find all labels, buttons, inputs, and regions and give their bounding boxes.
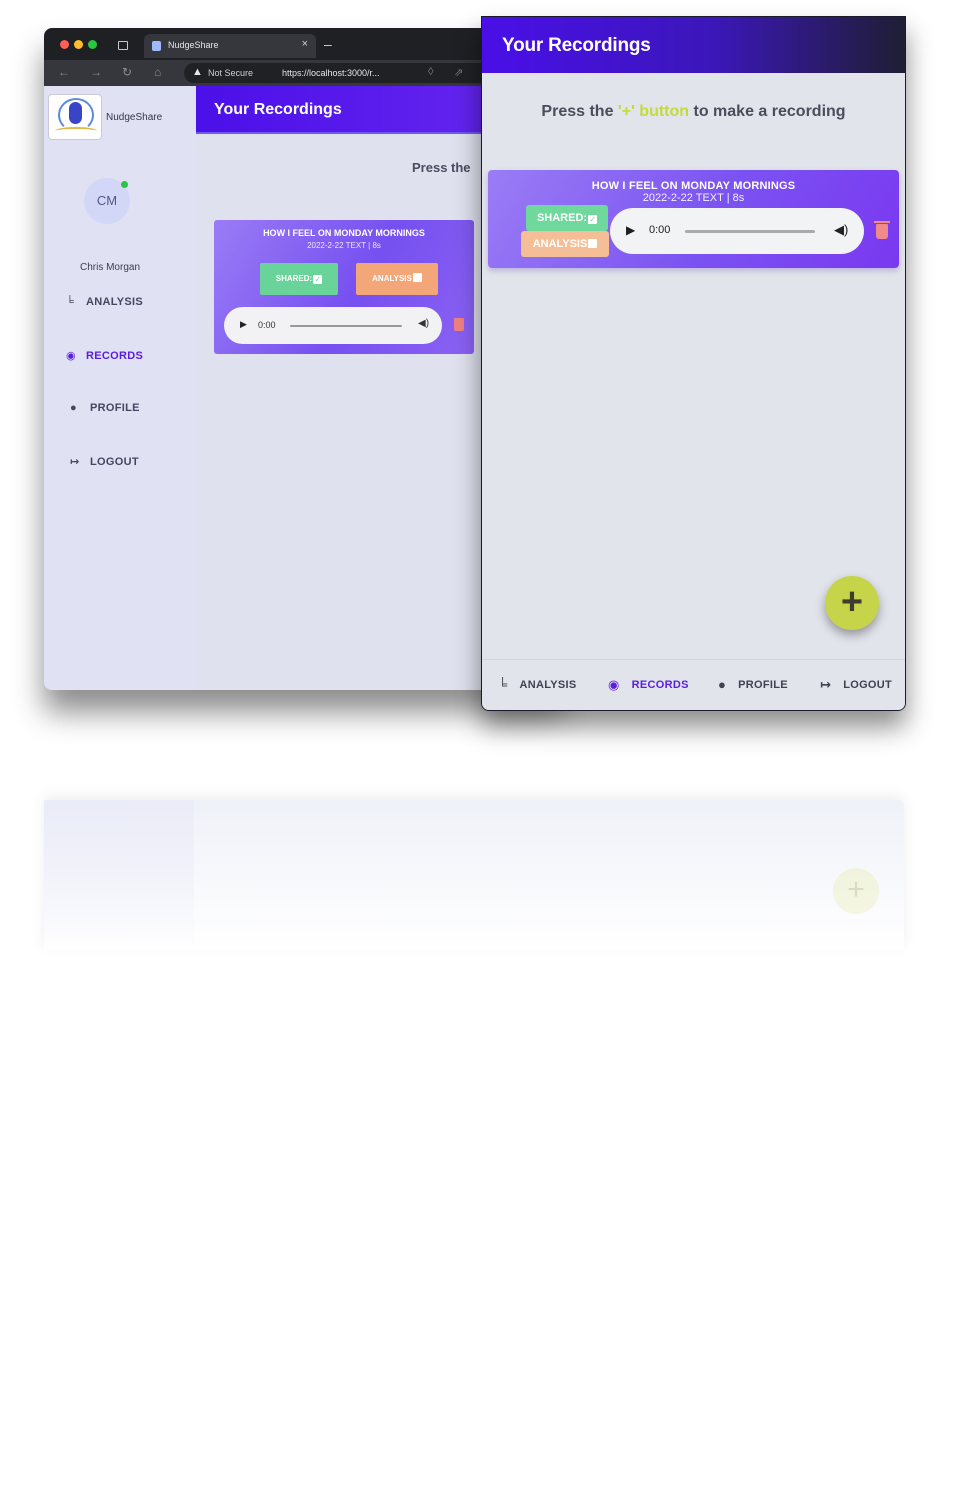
online-status-dot bbox=[121, 181, 128, 188]
nav-item-logout[interactable]: ↦ LOGOUT bbox=[820, 677, 892, 693]
mobile-app-window: Your Recordings Press the '+' button to … bbox=[481, 16, 906, 711]
sidebar-item-logout[interactable]: ↦ LOGOUT bbox=[70, 455, 139, 468]
tab-close-icon[interactable]: × bbox=[302, 38, 308, 50]
checkbox-unchecked-icon bbox=[588, 239, 598, 248]
recording-meta: 2022-2-22 TEXT | 8s bbox=[642, 192, 745, 204]
sidebar-item-profile[interactable]: ● PROFILE bbox=[70, 402, 140, 414]
logout-icon: ↦ bbox=[70, 456, 80, 468]
sidebar: NudgeShare CM Chris Morgan ╘ ANALYSIS ◉ RE… bbox=[44, 86, 196, 690]
back-icon[interactable]: ← bbox=[58, 65, 70, 79]
page-header: Your Recordings bbox=[482, 17, 905, 73]
add-recording-button[interactable]: + bbox=[825, 576, 879, 630]
recording-title: HOW I FEEL ON MONDAY MORNINGS bbox=[263, 228, 425, 238]
disc-icon: ◉ bbox=[608, 677, 620, 692]
volume-icon[interactable]: ◀) bbox=[834, 222, 848, 238]
audio-player: ▶ 0:00 ◀) bbox=[610, 208, 864, 254]
nav-item-profile[interactable]: ● PROFILE bbox=[718, 677, 788, 692]
minimize-window-button[interactable] bbox=[74, 40, 83, 49]
chart-icon: ╘ bbox=[498, 677, 508, 692]
press-hint: Press the '+' button to make a recording bbox=[541, 103, 846, 120]
logo[interactable] bbox=[48, 94, 102, 140]
sidebar-item-analysis[interactable]: ╘ ANALYSIS bbox=[66, 296, 143, 308]
browser-tab[interactable]: NudgeShare × bbox=[144, 34, 316, 58]
checkbox-unchecked-icon bbox=[412, 273, 422, 282]
sidebar-item-records[interactable]: ◉ RECORDS bbox=[66, 349, 143, 362]
reflection-plus-icon: + bbox=[833, 868, 879, 914]
bottom-nav: ╘ ANALYSIS ◉ RECORDS ● PROFILE ↦ LOGOUT bbox=[482, 659, 905, 710]
forward-icon[interactable]: → bbox=[90, 65, 102, 79]
analysis-toggle[interactable]: ANALYSIS bbox=[521, 231, 609, 257]
checkbox-checked-icon: ✓ bbox=[313, 275, 323, 284]
user-icon: ● bbox=[718, 677, 727, 692]
address-bar[interactable]: ▲ Not Secure https://localhost:3000/r...… bbox=[184, 63, 514, 83]
trash-icon[interactable] bbox=[454, 318, 464, 331]
page-title: Your Recordings bbox=[502, 35, 651, 56]
new-tab-icon[interactable]: – bbox=[324, 36, 332, 52]
shared-toggle[interactable]: SHARED: ✓ bbox=[526, 205, 608, 231]
audio-progress-slider[interactable] bbox=[290, 325, 402, 327]
nav-item-analysis[interactable]: ╘ ANALYSIS bbox=[498, 677, 577, 692]
home-icon[interactable]: ⌂ bbox=[154, 65, 161, 79]
tab-overview-icon[interactable] bbox=[118, 41, 128, 50]
favicon-icon bbox=[152, 41, 161, 51]
microphone-icon[interactable]: ◊ bbox=[428, 66, 433, 78]
user-icon: ● bbox=[70, 402, 77, 414]
audio-time: 0:00 bbox=[258, 320, 276, 330]
audio-time: 0:00 bbox=[649, 224, 671, 236]
logout-icon: ↦ bbox=[820, 677, 832, 692]
shared-toggle[interactable]: SHARED: ✓ bbox=[260, 263, 338, 295]
window-reflection: + bbox=[44, 800, 904, 950]
audio-progress-slider[interactable] bbox=[685, 230, 815, 233]
play-icon[interactable]: ▶ bbox=[240, 319, 247, 330]
trash-icon[interactable] bbox=[874, 221, 890, 239]
analysis-toggle[interactable]: ANALYSIS bbox=[356, 263, 438, 295]
recording-title: HOW I FEEL ON MONDAY MORNINGS bbox=[591, 180, 796, 192]
share-icon[interactable]: ⇗ bbox=[454, 66, 463, 79]
warning-icon: ▲ bbox=[192, 66, 203, 78]
checkbox-checked-icon: ✓ bbox=[588, 215, 598, 224]
close-window-button[interactable] bbox=[60, 40, 69, 49]
plus-button-hint: '+' button bbox=[617, 103, 690, 120]
brand-name: NudgeShare bbox=[106, 112, 163, 123]
tab-title: NudgeShare bbox=[168, 40, 219, 50]
chart-icon: ╘ bbox=[66, 296, 75, 308]
volume-icon[interactable]: ◀) bbox=[418, 318, 429, 329]
page-title: Your Recordings bbox=[214, 101, 342, 118]
nav-item-records[interactable]: ◉ RECORDS bbox=[608, 677, 689, 693]
url-text: https://localhost:3000/r... bbox=[282, 68, 380, 78]
recording-meta: 2022-2-22 TEXT | 8s bbox=[307, 241, 381, 250]
user-name: Chris Morgan bbox=[79, 262, 141, 273]
recording-card: HOW I FEEL ON MONDAY MORNINGS 2022-2-22 … bbox=[488, 170, 899, 268]
recording-card: HOW I FEEL ON MONDAY MORNINGS 2022-2-22 … bbox=[214, 220, 474, 354]
audio-player: ▶ 0:00 ◀) bbox=[224, 307, 442, 344]
play-icon[interactable]: ▶ bbox=[626, 223, 635, 237]
reload-icon[interactable]: ↻ bbox=[122, 65, 132, 79]
maximize-window-button[interactable] bbox=[88, 40, 97, 49]
not-secure-label: Not Secure bbox=[208, 68, 254, 78]
press-hint: Press the bbox=[412, 160, 471, 175]
disc-icon: ◉ bbox=[66, 350, 76, 362]
reflection-sidebar bbox=[44, 800, 194, 950]
